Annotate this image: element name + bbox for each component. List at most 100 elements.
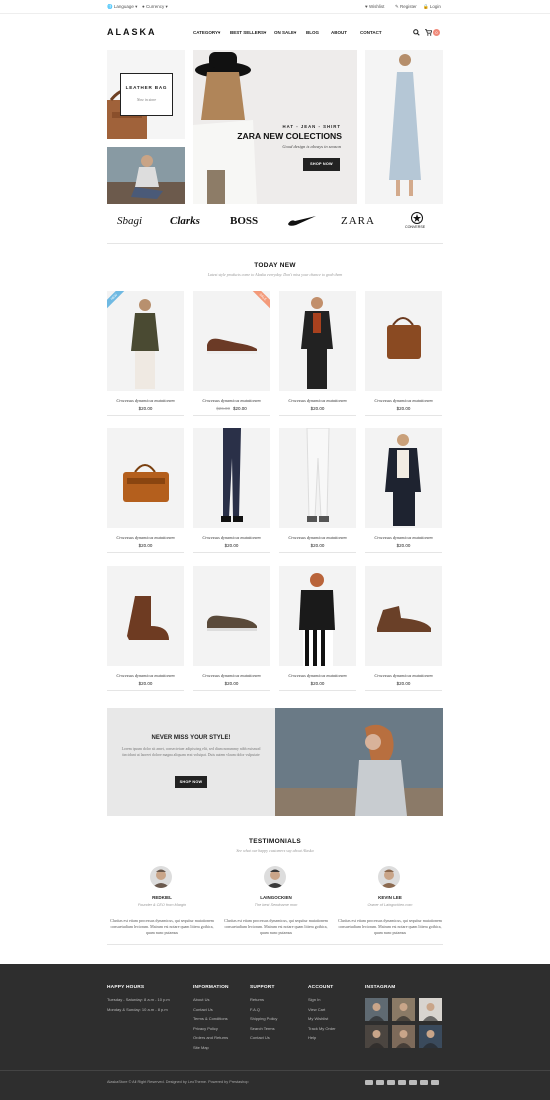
divider <box>107 944 443 945</box>
brand-sbagi[interactable]: Sbagi <box>117 215 142 227</box>
dress-banner[interactable] <box>365 50 443 204</box>
footer-hours-title: HAPPY HOURS <box>107 985 145 990</box>
cart-icon[interactable] <box>425 29 432 36</box>
footer-support-link[interactable]: F.A.Q <box>250 1005 277 1015</box>
product-divider <box>279 552 356 553</box>
instagram-thumbnail[interactable] <box>419 1025 442 1048</box>
product-photo <box>377 606 431 632</box>
product-name[interactable]: Crocessus dynamicus mutationem <box>365 673 442 678</box>
wishlist-link[interactable]: ♥ Wishlist <box>365 4 384 9</box>
hero-subtitle: Good design is always in season <box>282 144 341 149</box>
instagram-photo <box>396 1030 411 1048</box>
product-name[interactable]: Crocessus dynamicus mutationem <box>193 398 270 403</box>
product-name[interactable]: Crocessus dynamicus mutationem <box>107 398 184 403</box>
footer-instagram-title: INSTAGRAM <box>365 985 396 990</box>
product-image[interactable] <box>279 566 356 666</box>
product-name[interactable]: Crocessus dynamicus mutationem <box>365 535 442 540</box>
product-name[interactable]: Crocessus dynamicus mutationem <box>193 673 270 678</box>
register-link[interactable]: ✎ Register <box>395 4 417 10</box>
currency-selector[interactable]: ● Currency ▾ <box>142 4 168 10</box>
brand-zara[interactable]: ZARA <box>341 215 375 227</box>
nav-on-sale[interactable]: ON SALE▾ <box>274 30 296 36</box>
product-price: $26.00 $20.00 <box>193 406 270 411</box>
footer-account-link[interactable]: My Wishlist <box>308 1014 336 1024</box>
footer-account-link[interactable]: Sign In <box>308 995 336 1005</box>
product-name[interactable]: Crocessus dynamicus mutationem <box>279 398 356 403</box>
instagram-thumbnail[interactable] <box>365 998 388 1021</box>
product-name[interactable]: Crocessus dynamicus mutationem <box>279 535 356 540</box>
today-new-subtitle: Latest style products come to Alaska eve… <box>207 272 343 277</box>
brand-nike-swoosh-icon[interactable] <box>287 215 317 226</box>
product-image[interactable] <box>107 428 184 528</box>
logo[interactable]: ALASKA <box>107 27 157 37</box>
footer-account-link[interactable]: Track My Order <box>308 1024 336 1034</box>
product-name[interactable]: Crocessus dynamicus mutationem <box>107 673 184 678</box>
testimonial-name: REDKIEL <box>152 895 172 900</box>
product-image[interactable] <box>365 428 442 528</box>
login-link[interactable]: 🔒 Login <box>423 4 441 10</box>
footer-support-link[interactable]: Search Terms <box>250 1024 277 1034</box>
new-badge: NEW <box>107 291 125 309</box>
footer-account-link[interactable]: Help <box>308 1033 336 1043</box>
footer-info-link[interactable]: Site Map <box>193 1043 228 1053</box>
footer-info-link[interactable]: Orders and Returns <box>193 1033 228 1043</box>
payment-paypal-icon <box>387 1080 395 1085</box>
avatar <box>378 866 400 888</box>
product-image[interactable] <box>365 566 442 666</box>
testimonial-role: Founder & CEO from Margin <box>137 903 187 907</box>
footer-info-link[interactable]: About Us <box>193 995 228 1005</box>
nav-about[interactable]: ABOUT <box>331 30 347 35</box>
product-name[interactable]: Crocessus dynamicus mutationem <box>365 398 442 403</box>
nav-contact[interactable]: CONTACT <box>360 30 382 35</box>
instagram-thumbnail[interactable] <box>365 1025 388 1048</box>
avatar-photo <box>266 869 284 888</box>
footer-account-links: Sign In View Cart My Wishlist Track My Orde… <box>308 995 336 1043</box>
language-selector[interactable]: 🌐 Language ▾ <box>107 4 137 10</box>
instagram-thumbnail[interactable] <box>392 998 415 1021</box>
product-name[interactable]: Crocessus dynamicus mutationem <box>107 535 184 540</box>
brand-boss[interactable]: BOSS <box>230 215 258 227</box>
product-image[interactable] <box>365 291 442 391</box>
footer-info-link[interactable]: Privacy Policy <box>193 1024 228 1034</box>
product-divider <box>365 415 442 416</box>
product-image[interactable] <box>107 566 184 666</box>
product-image[interactable] <box>279 291 356 391</box>
promo-shop-now-button[interactable]: SHOP NOW <box>175 776 207 788</box>
sitting-girl-banner[interactable] <box>107 147 185 204</box>
product-divider <box>193 552 270 553</box>
brand-converse[interactable]: CONVERSE <box>405 225 425 229</box>
product-name[interactable]: Crocessus dynamicus mutationem <box>279 673 356 678</box>
footer-info-link[interactable]: Terms & Conditions <box>193 1014 228 1024</box>
nav-best-sellers[interactable]: BEST SELLERS▾ <box>230 30 266 36</box>
product-image[interactable] <box>193 428 270 528</box>
footer-support-link[interactable]: Shipping Policy <box>250 1014 277 1024</box>
product-price: $20.00 <box>310 406 325 411</box>
instagram-photo <box>369 1030 384 1048</box>
testimonial-role: The best Sendname mon <box>254 903 298 907</box>
product-divider <box>193 690 270 691</box>
hero-shop-now-button[interactable]: SHOP NOW <box>303 158 340 171</box>
instagram-thumbnail[interactable] <box>419 998 442 1021</box>
instagram-photo <box>423 1030 438 1048</box>
payment-amex-icon <box>409 1080 417 1085</box>
product-name[interactable]: Crocessus dynamicus mutationem <box>193 535 270 540</box>
product-price: $20.00 <box>224 681 239 686</box>
instagram-photo <box>423 1003 438 1021</box>
product-price: $20.00 <box>396 543 411 548</box>
footer-support-link[interactable]: Returns <box>250 995 277 1005</box>
product-divider <box>107 415 184 416</box>
product-image[interactable] <box>193 566 270 666</box>
product-image[interactable] <box>279 428 356 528</box>
instagram-thumbnail[interactable] <box>392 1025 415 1048</box>
nav-blog[interactable]: BLOG <box>306 30 319 35</box>
payment-card-icon <box>420 1080 428 1085</box>
nav-category[interactable]: CATEGORY▾ <box>193 30 220 36</box>
footer-support-link[interactable]: Contact Us <box>250 1033 277 1043</box>
product-new-price: $20.00 <box>233 406 247 411</box>
footer-info-link[interactable]: Contact Us <box>193 1005 228 1015</box>
footer-account-link[interactable]: View Cart <box>308 1005 336 1015</box>
promo-body: Lorem ipsum dolor sit amet, consectetuer… <box>121 747 261 757</box>
search-icon[interactable] <box>413 29 420 36</box>
brand-clarks[interactable]: Clarks <box>170 215 200 227</box>
product-old-price: $26.00 <box>216 406 230 411</box>
